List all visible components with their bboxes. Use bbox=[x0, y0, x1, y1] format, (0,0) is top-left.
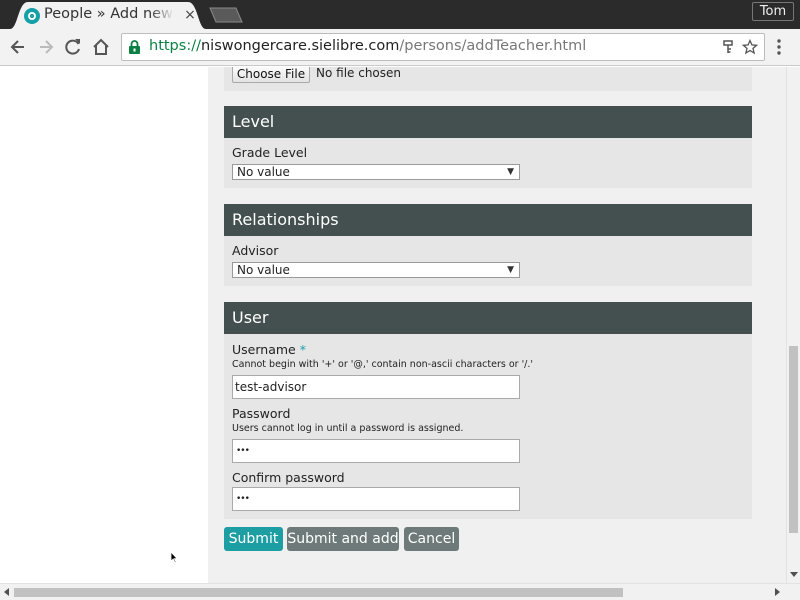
confirm-password-input[interactable]: ••• bbox=[232, 487, 520, 511]
forward-icon[interactable] bbox=[36, 37, 56, 57]
advisor-select[interactable]: No value ▼ bbox=[232, 262, 520, 278]
tab-strip: People » Add new teacher × Tom bbox=[0, 0, 800, 29]
advisor-label: Advisor bbox=[232, 243, 279, 258]
password-label: Password bbox=[232, 406, 291, 421]
scroll-down-arrow-icon[interactable] bbox=[790, 572, 798, 578]
horizontal-scroll-thumb[interactable] bbox=[14, 588, 623, 597]
star-icon[interactable] bbox=[742, 39, 758, 55]
select-arrow-icon: ▼ bbox=[507, 265, 514, 275]
horizontal-scrollbar[interactable] bbox=[0, 583, 800, 600]
grade-level-select[interactable]: No value ▼ bbox=[232, 164, 520, 180]
profile-button[interactable]: Tom bbox=[752, 2, 794, 21]
level-section-title: Level bbox=[224, 106, 752, 138]
vertical-scroll-thumb[interactable] bbox=[789, 346, 798, 533]
vertical-scrollbar[interactable] bbox=[786, 67, 800, 583]
choose-file-button[interactable]: Choose File bbox=[232, 67, 310, 83]
submit-and-add-button[interactable]: Submit and add bbox=[287, 527, 399, 551]
page-viewport: Choose File No file chosen Level Grade L… bbox=[0, 67, 786, 583]
url-text: https://niswongercare.sielibre.com/perso… bbox=[149, 38, 586, 54]
tab-title-fade bbox=[150, 6, 174, 26]
browser-toolbar: https://niswongercare.sielibre.com/perso… bbox=[0, 29, 800, 66]
tab-close-icon[interactable]: × bbox=[182, 6, 198, 24]
site-favicon-icon bbox=[24, 8, 40, 24]
username-help: Cannot begin with '+' or '@,' contain no… bbox=[232, 359, 534, 370]
key-icon[interactable] bbox=[722, 40, 734, 54]
url-host: niswongercare.sielibre.com bbox=[200, 38, 400, 54]
user-section: User Username * Cannot begin with '+' or… bbox=[224, 302, 752, 519]
cancel-button[interactable]: Cancel bbox=[404, 527, 459, 551]
username-label: Username * bbox=[232, 342, 306, 357]
photo-section: Choose File No file chosen bbox=[224, 67, 752, 91]
reload-icon[interactable] bbox=[63, 37, 83, 57]
password-input[interactable]: ••• bbox=[232, 439, 520, 463]
file-upload-row: Choose File No file chosen bbox=[224, 67, 752, 85]
required-marker: * bbox=[299, 342, 306, 357]
password-help: Users cannot log in until a password is … bbox=[232, 423, 464, 434]
url-scheme: https:// bbox=[149, 38, 201, 54]
grade-level-label: Grade Level bbox=[232, 145, 308, 160]
url-path: /persons/addTeacher.html bbox=[399, 38, 587, 54]
back-icon[interactable] bbox=[8, 37, 28, 57]
submit-button[interactable]: Submit bbox=[224, 527, 283, 551]
relationships-section: Relationships Advisor No value ▼ bbox=[224, 204, 752, 286]
file-status-text: No file chosen bbox=[316, 67, 402, 80]
select-arrow-icon: ▼ bbox=[507, 167, 514, 177]
new-tab-button[interactable] bbox=[209, 7, 243, 23]
menu-icon[interactable] bbox=[777, 39, 781, 55]
active-tab[interactable]: People » Add new teacher × bbox=[10, 2, 206, 29]
level-section: Level Grade Level No value ▼ bbox=[224, 106, 752, 188]
home-icon[interactable] bbox=[91, 37, 111, 57]
relationships-section-title: Relationships bbox=[224, 204, 752, 236]
advisor-value: No value bbox=[237, 263, 290, 277]
mouse-cursor-icon bbox=[170, 551, 178, 563]
confirm-password-label: Confirm password bbox=[232, 470, 345, 485]
lock-icon bbox=[129, 40, 140, 54]
username-input[interactable]: test-advisor bbox=[232, 375, 520, 399]
grade-level-value: No value bbox=[237, 165, 290, 179]
scroll-right-arrow-icon[interactable] bbox=[775, 588, 781, 596]
user-section-title: User bbox=[224, 302, 752, 334]
scroll-left-arrow-icon[interactable] bbox=[3, 588, 9, 596]
address-bar[interactable]: https://niswongercare.sielibre.com/perso… bbox=[121, 33, 765, 61]
username-label-text: Username bbox=[232, 342, 296, 357]
